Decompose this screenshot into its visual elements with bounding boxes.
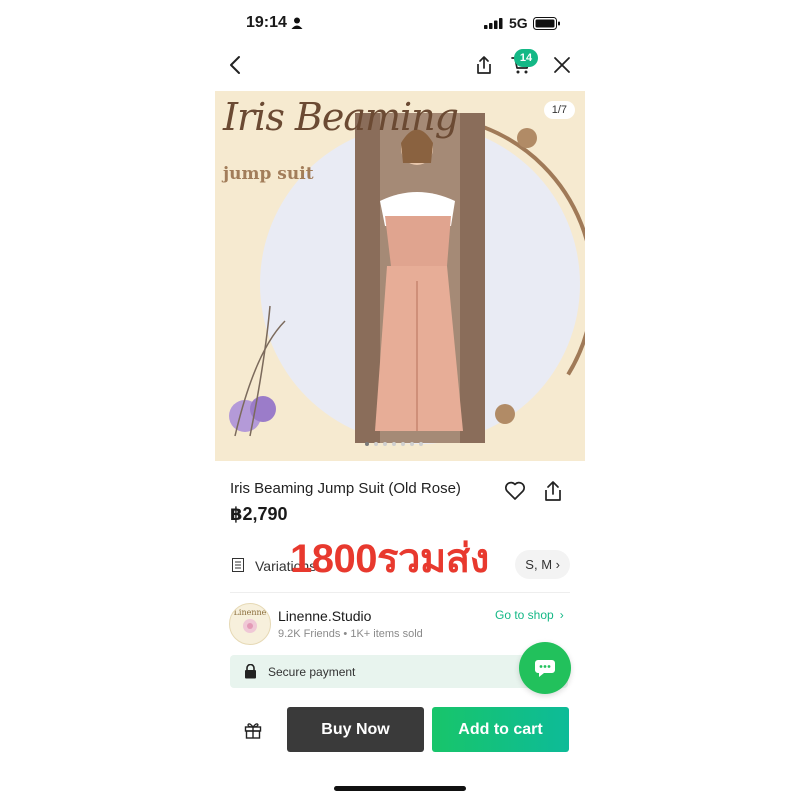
shop-logo-image: Linenne [234,608,267,633]
product-share-button[interactable] [538,476,568,506]
share-icon [477,56,491,74]
chevron-right-icon: › [559,608,564,622]
variations-value: S, M [525,557,553,572]
carousel-dot[interactable] [374,442,378,446]
status-time: 19:14 [246,14,287,31]
battery-icon [533,17,560,30]
secure-payment-label: Secure payment [268,665,356,679]
share-icon [545,481,561,501]
go-to-shop-label: Go to shop [495,608,554,622]
person-icon [291,17,303,29]
back-icon [230,56,240,74]
product-photo [229,113,585,458]
add-to-cart-button[interactable]: Add to cart [432,707,569,752]
carousel-dot[interactable] [383,442,387,446]
svg-text:Linenne: Linenne [234,608,267,617]
variations-icon [232,558,244,572]
product-price: ฿2,790 [230,504,288,524]
shop-logo[interactable]: Linenne [229,603,271,645]
chat-button[interactable] [519,642,571,694]
carousel-dot[interactable] [392,442,396,446]
image-subtitle: jump suit [223,164,314,184]
image-counter: 1/7 [543,101,575,119]
signal-icon [484,18,503,29]
carousel-dot[interactable] [419,442,423,446]
variations-selector[interactable]: S, M › [515,550,570,579]
carousel-dot[interactable] [401,442,405,446]
home-indicator[interactable] [334,786,466,791]
back-button[interactable] [220,50,250,80]
cart-count-badge: 14 [514,49,538,67]
image-title: Iris Beaming [223,95,459,139]
chevron-right-icon: › [555,557,560,572]
shop-meta: 9.2K Friends • 1K+ items sold [278,628,423,640]
carousel-dots [365,442,423,446]
close-icon [554,57,570,73]
shop-name[interactable]: Linenne.Studio [278,608,371,624]
gift-button[interactable] [239,716,267,744]
carousel-dot[interactable] [365,442,369,446]
share-button[interactable] [469,50,499,80]
wishlist-button[interactable] [500,476,530,506]
chat-icon [535,660,555,677]
buy-now-button[interactable]: Buy Now [287,707,424,752]
network-label: 5G [509,15,528,31]
secure-payment-banner: Secure payment [230,655,568,688]
divider [230,592,570,593]
close-button[interactable] [547,50,577,80]
gift-icon [244,723,262,739]
product-image-carousel[interactable]: Iris Beaming jump suit 1/7 [215,91,585,461]
lock-icon [245,664,256,679]
product-title: Iris Beaming Jump Suit (Old Rose) [230,480,461,497]
go-to-shop-link[interactable]: Go to shop › [495,608,564,622]
price-overlay-text: 1800รวมส่ง [290,537,489,581]
carousel-dot[interactable] [410,442,414,446]
heart-icon [505,481,525,500]
